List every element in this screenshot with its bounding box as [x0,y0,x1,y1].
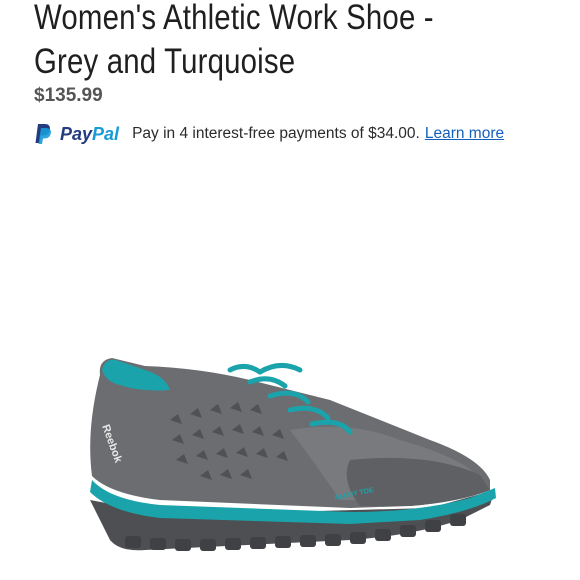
paypal-icon [35,124,51,144]
paypal-installments-banner: PayPal Pay in 4 interest-free payments o… [34,123,504,145]
product-image: Reebok ALLOY TOE [90,358,496,551]
paypal-logo-pal: Pal [92,123,120,144]
paypal-installment-message: Pay in 4 interest-free payments of $34.0… [132,125,420,142]
learn-more-link[interactable]: Learn more [425,125,504,143]
product-title: Women's Athletic Work Shoe - Grey and Tu… [34,0,434,81]
paypal-logo-pay: Pay [60,123,93,144]
paypal-logo-text: PayPal [60,124,119,145]
product-price: $135.99 [34,85,103,106]
